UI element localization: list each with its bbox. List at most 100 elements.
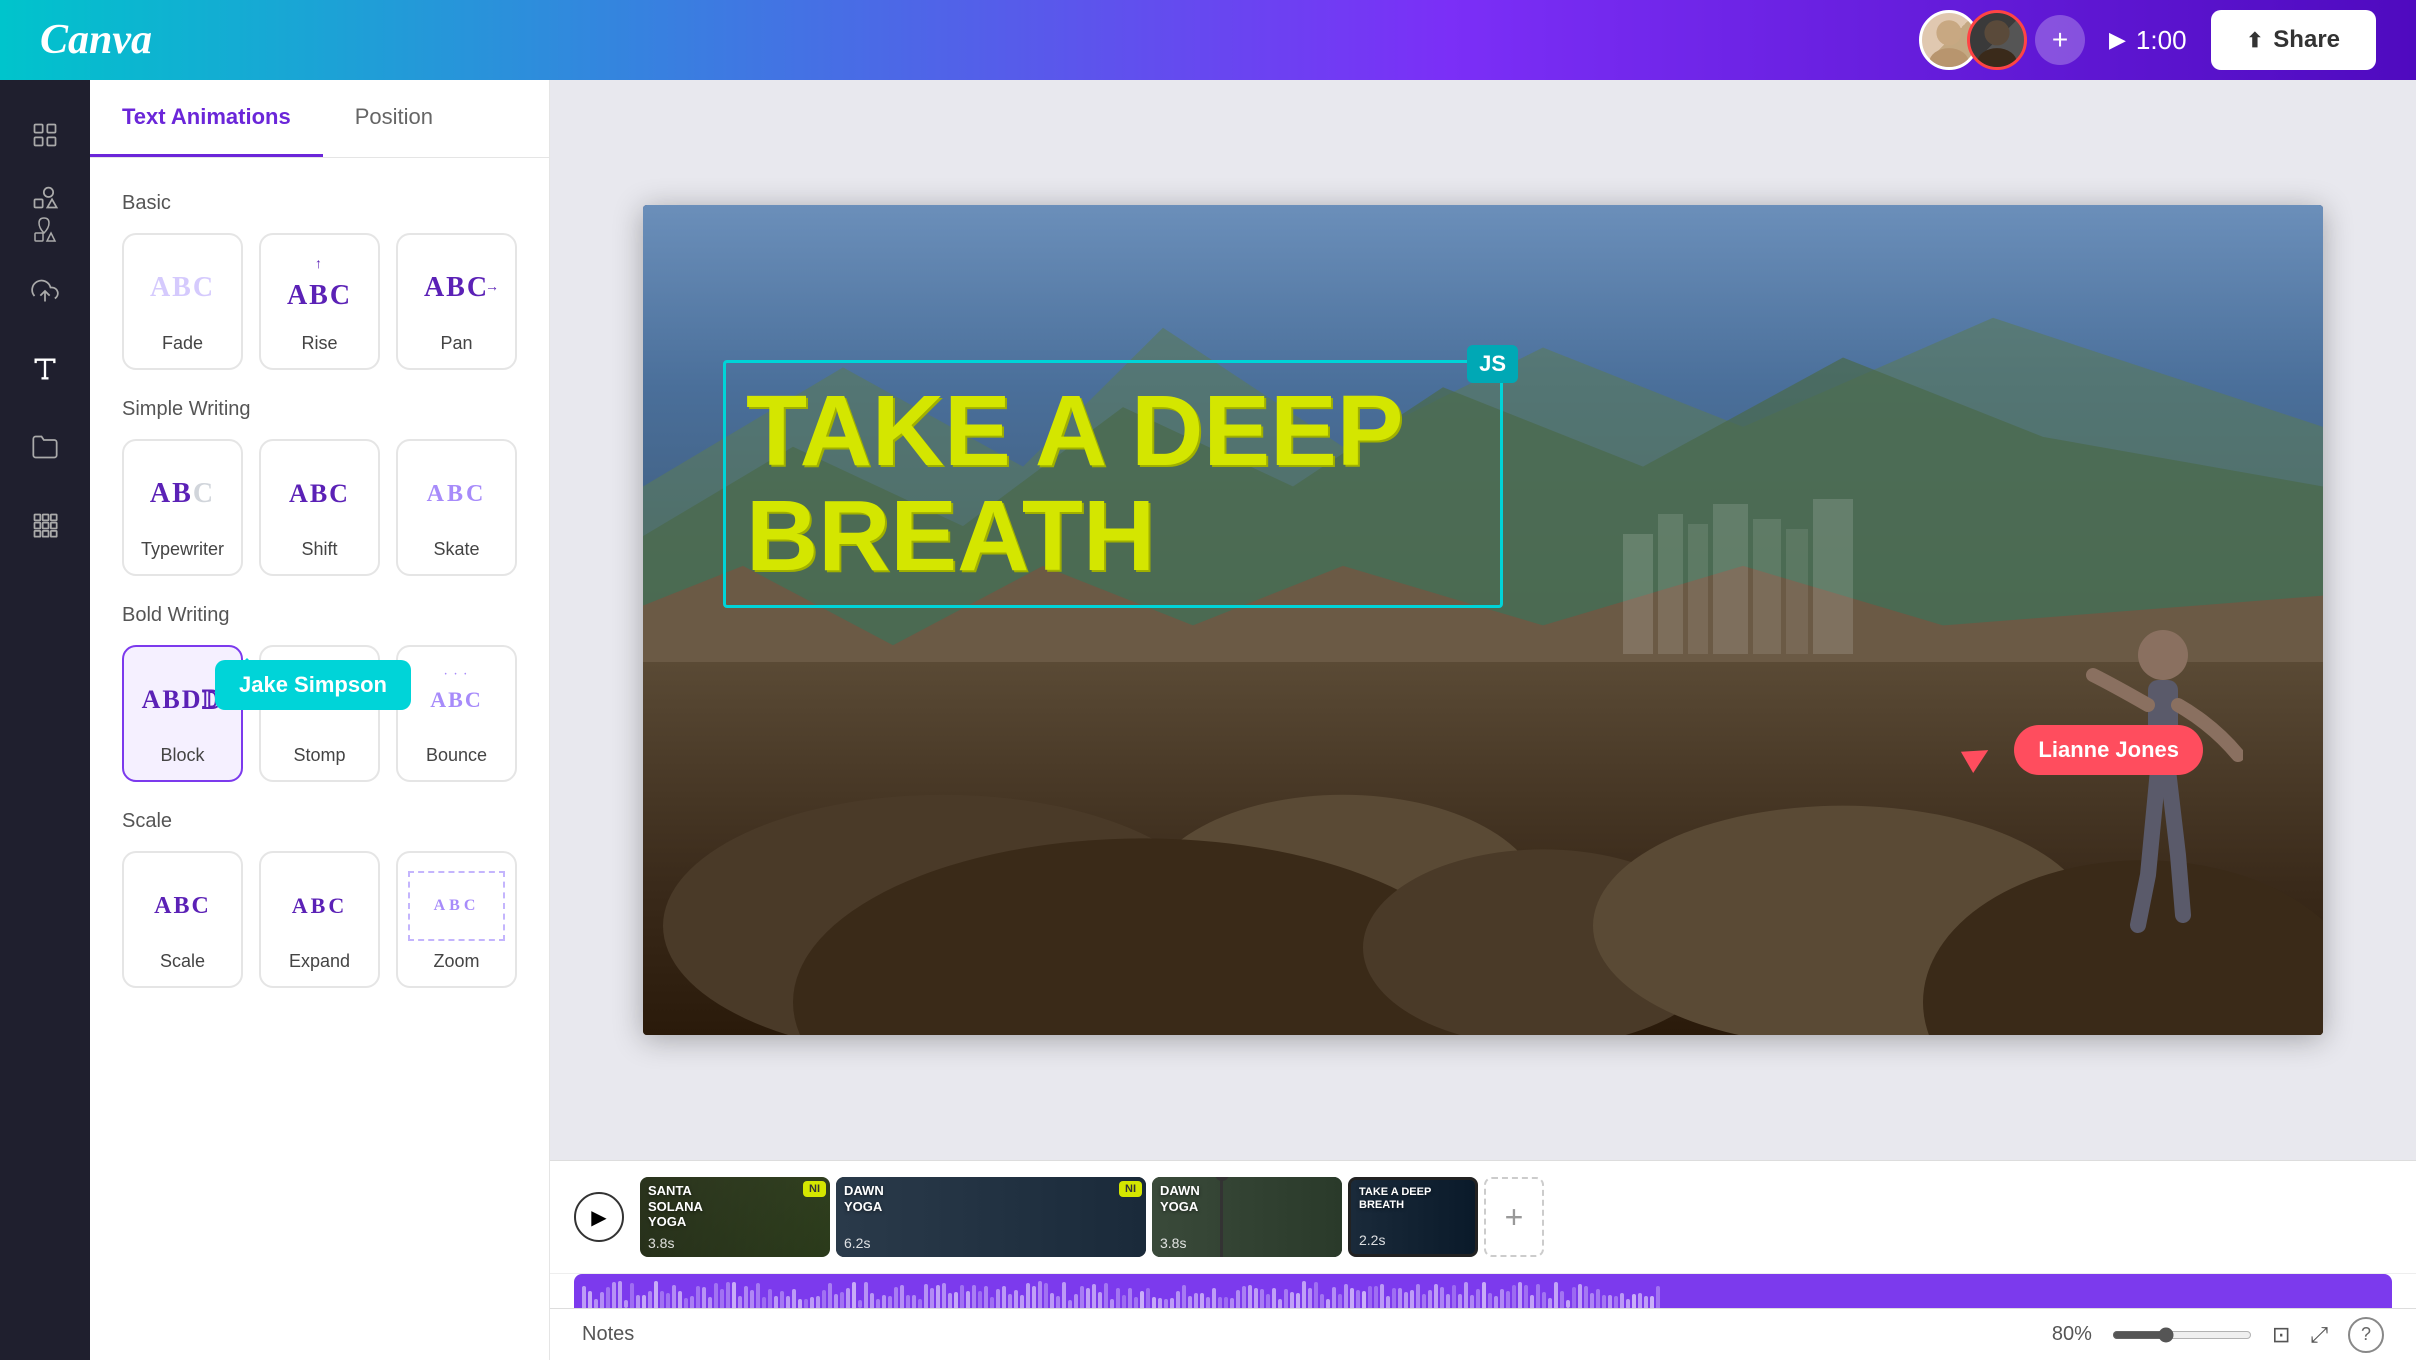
sidebar-item-shapes[interactable] <box>10 178 80 248</box>
anim-skate[interactable]: ABC Skate <box>396 439 517 576</box>
anim-scale2[interactable]: ABC Expand <box>259 851 380 988</box>
typewriter-label: Typewriter <box>141 539 224 560</box>
lianne-tooltip-area: ▶ Lianne Jones <box>2014 725 2203 775</box>
shift-preview: ABC <box>271 459 368 529</box>
share-icon: ⬆ <box>2247 28 2264 53</box>
simple-writing-grid: ABC Typewriter ABC Shift ABC Skate <box>122 439 517 576</box>
sidebar-item-text[interactable] <box>10 334 80 404</box>
anim-shift[interactable]: ABC Shift <box>259 439 380 576</box>
fade-preview: ABC <box>134 253 231 323</box>
anim-pan[interactable]: → ABC Pan <box>396 233 517 370</box>
clip2-tag: NI <box>1119 1181 1142 1197</box>
clip1-duration: 3.8s <box>648 1235 674 1251</box>
left-sidebar <box>0 80 90 1360</box>
fullscreen-icon[interactable]: ⤢ <box>2310 1322 2328 1348</box>
share-button[interactable]: ⬆ Share <box>2211 10 2376 70</box>
section-scale: Scale <box>122 810 517 833</box>
clip-dawn-yoga-2[interactable]: DAWNYOGA 3.8s <box>1152 1177 1342 1257</box>
panel-tabs: Text Animations Position <box>90 80 549 158</box>
rocks-svg <box>643 620 2323 1035</box>
city-bg <box>1623 454 2123 654</box>
tab-position[interactable]: Position <box>323 80 465 157</box>
person-silhouette <box>2083 615 2243 995</box>
jake-simpson-tooltip: Jake Simpson <box>215 660 411 710</box>
scale-grid: ABC Scale ABC Expand ABC Zoom <box>122 851 517 988</box>
js-badge: JS <box>1467 345 1518 383</box>
header-right: + ▶ 1:00 ⬆ Share <box>1919 10 2376 70</box>
playhead <box>1220 1177 1223 1257</box>
clip-dawn-yoga-1[interactable]: DAWNYOGA 6.2s NI <box>836 1177 1146 1257</box>
timer-display: 1:00 <box>2136 25 2187 56</box>
bounce-preview: · · · ABC <box>408 665 505 735</box>
anim-fade[interactable]: ABC Fade <box>122 233 243 370</box>
canva-logo[interactable]: Canva <box>40 16 152 64</box>
scale3-label: Zoom <box>433 951 479 972</box>
main-canvas-area: TAKE A DEEP BREATH JS ▶ Lianne Jones <box>550 80 2416 1160</box>
section-simple-writing: Simple Writing <box>122 398 517 421</box>
zoom-percent: 80% <box>2052 1323 2092 1346</box>
notes-label[interactable]: Notes <box>582 1323 634 1346</box>
header: Canva + ▶ 1:00 ⬆ Share <box>0 0 2416 80</box>
avatar-user2[interactable] <box>1967 10 2027 70</box>
typewriter-preview: ABC <box>134 459 231 529</box>
zoom-controls: 80% ⊡ ⤢ ? <box>2052 1317 2384 1353</box>
basic-grid: ABC Fade ↑ ABC Rise → ABC Pan <box>122 233 517 370</box>
play-timer[interactable]: ▶ 1:00 <box>2109 25 2187 56</box>
skate-preview: ABC <box>408 459 505 529</box>
clip-santa-solana[interactable]: SANTASOLANAYOGA 3.8s NI <box>640 1177 830 1257</box>
canvas-wrapper[interactable]: TAKE A DEEP BREATH JS ▶ Lianne Jones <box>643 205 2323 1035</box>
scale2-label: Expand <box>289 951 350 972</box>
sidebar-item-apps[interactable] <box>10 490 80 560</box>
timeline-controls: ▶ SANTASOLANAYOGA 3.8s NI <box>550 1161 2416 1274</box>
timeline-play-button[interactable]: ▶ <box>574 1192 624 1242</box>
scale1-preview: ABC <box>134 871 231 941</box>
help-button[interactable]: ? <box>2348 1317 2384 1353</box>
sidebar-item-elements[interactable] <box>10 100 80 170</box>
shift-label: Shift <box>301 539 337 560</box>
clip1-label: SANTASOLANAYOGA <box>648 1183 703 1230</box>
sidebar-item-folder[interactable] <box>10 412 80 482</box>
fade-label: Fade <box>162 333 203 354</box>
clip-take-a-deep-breath[interactable]: TAKE A DEEPBREATH 2.2s <box>1348 1177 1478 1257</box>
add-collaborator-button[interactable]: + <box>2035 15 2085 65</box>
sidebar-item-upload[interactable] <box>10 256 80 326</box>
clip3-duration: 3.8s <box>1160 1235 1186 1251</box>
waveform-bar <box>624 1300 628 1308</box>
section-basic: Basic <box>122 192 517 215</box>
main-text: TAKE A DEEP BREATH <box>746 379 1480 589</box>
anim-scale1[interactable]: ABC Scale <box>122 851 243 988</box>
landscape <box>643 205 2323 1035</box>
text-selection-box[interactable]: TAKE A DEEP BREATH JS <box>723 360 1503 608</box>
pan-label: Pan <box>440 333 472 354</box>
rise-preview: ↑ ABC <box>271 253 368 323</box>
tab-text-animations[interactable]: Text Animations <box>90 80 323 157</box>
fit-view-icon[interactable]: ⊡ <box>2272 1322 2290 1348</box>
block-label: Block <box>160 745 204 766</box>
scale2-preview: ABC <box>271 871 368 941</box>
bounce-label: Bounce <box>426 745 487 766</box>
scale3-preview: ABC <box>408 871 505 941</box>
pan-preview: → ABC <box>408 253 505 323</box>
zoom-slider[interactable] <box>2112 1327 2252 1343</box>
scale1-label: Scale <box>160 951 205 972</box>
bottom-bar: Notes 80% ⊡ ⤢ ? <box>550 1308 2416 1360</box>
collaborators: + <box>1919 10 2085 70</box>
add-clip-button[interactable]: + <box>1484 1177 1544 1257</box>
anim-rise[interactable]: ↑ ABC Rise <box>259 233 380 370</box>
panel-content: Basic ABC Fade ↑ ABC Rise → ABC Pan <box>90 158 549 1040</box>
anim-scale3[interactable]: ABC Zoom <box>396 851 517 988</box>
stomp-label: Stomp <box>293 745 345 766</box>
play-icon: ▶ <box>2109 27 2126 53</box>
animations-panel: Text Animations Position Basic ABC Fade … <box>90 80 550 1360</box>
clip1-tag: NI <box>803 1181 826 1197</box>
clip4-label: TAKE A DEEPBREATH <box>1359 1186 1431 1212</box>
clips-row: SANTASOLANAYOGA 3.8s NI DAWNYOGA 6.2s NI <box>640 1177 2392 1257</box>
lianne-jones-tooltip: Lianne Jones <box>2014 725 2203 775</box>
clip2-duration: 6.2s <box>844 1235 870 1251</box>
anim-bounce[interactable]: · · · ABC Bounce <box>396 645 517 782</box>
rise-label: Rise <box>301 333 337 354</box>
clip3-label: DAWNYOGA <box>1160 1183 1200 1214</box>
clip2-label: DAWNYOGA <box>844 1183 884 1214</box>
anim-typewriter[interactable]: ABC Typewriter <box>122 439 243 576</box>
waveform-bar <box>1566 1300 1570 1308</box>
